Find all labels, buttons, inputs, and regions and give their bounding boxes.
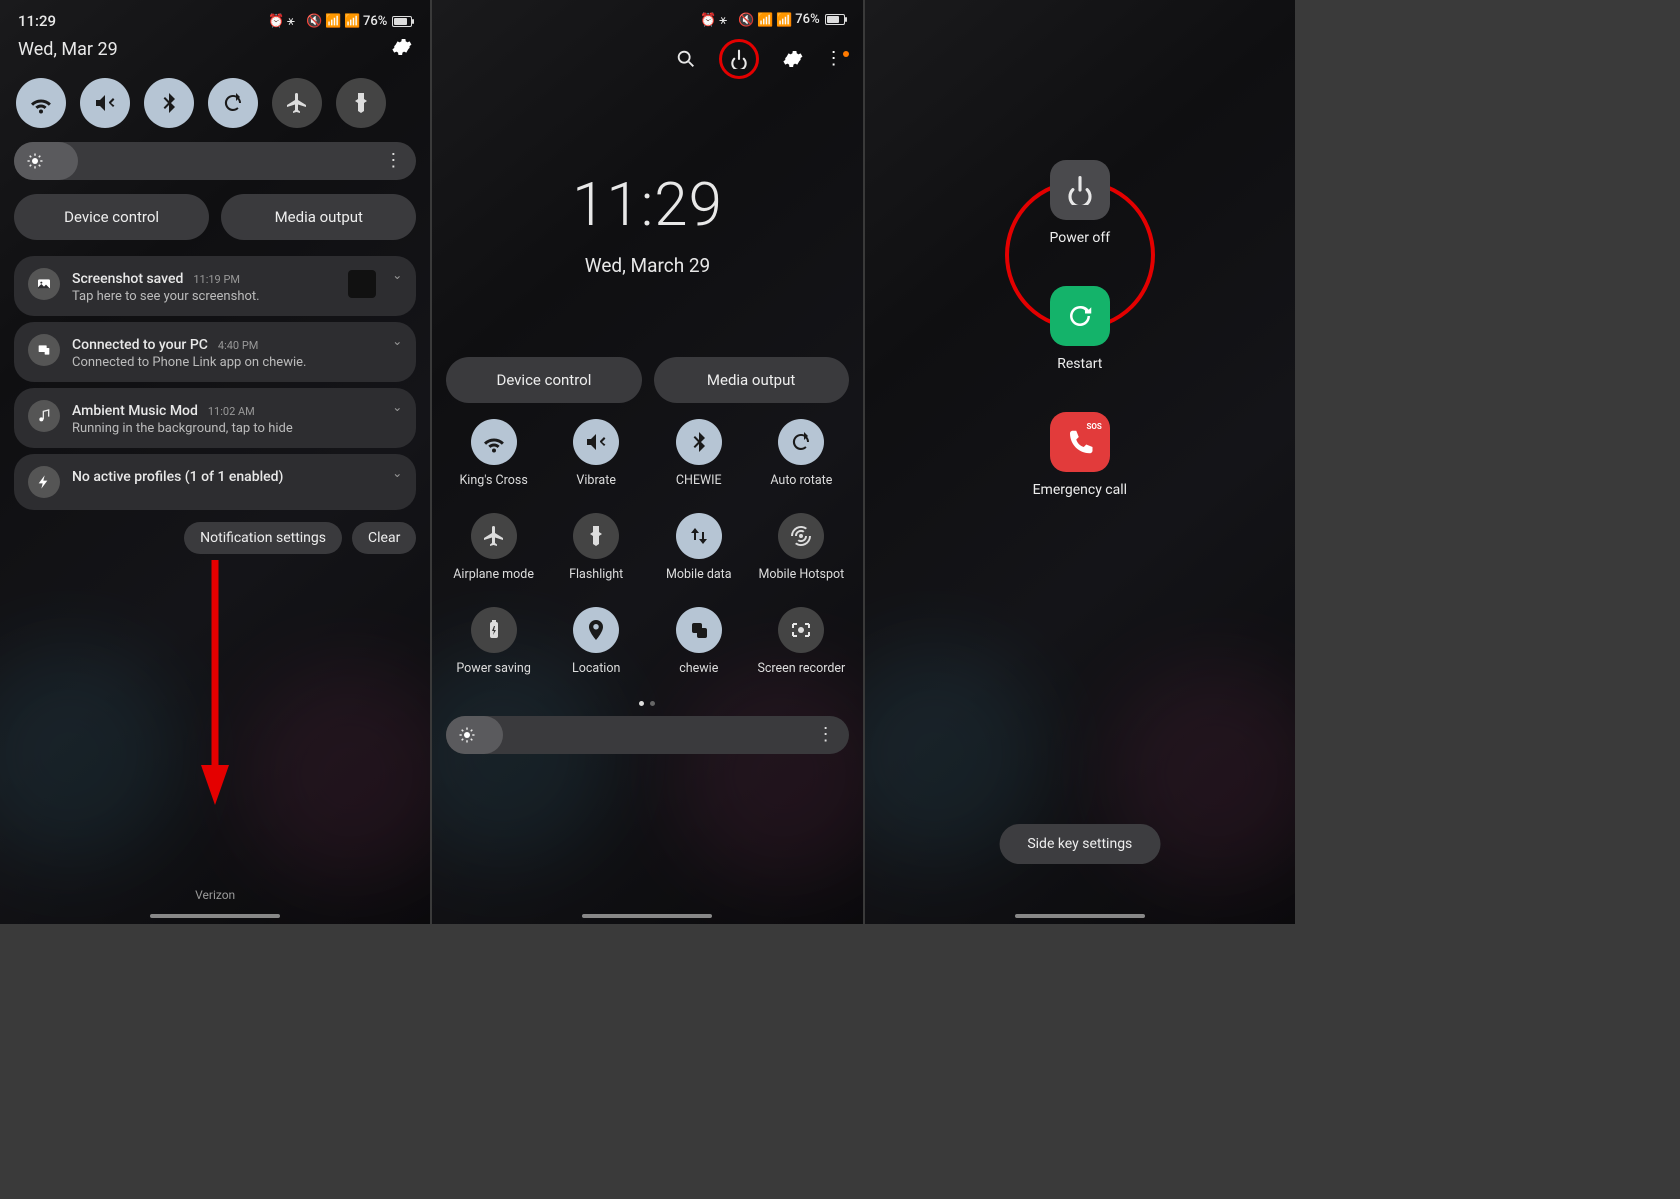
- airplane-toggle[interactable]: [272, 78, 322, 128]
- brightness-slider[interactable]: ⋮: [14, 142, 416, 180]
- alarm-icon: ⏰: [268, 14, 282, 28]
- notification-dot-icon: [843, 51, 849, 57]
- annotation-circle: [719, 39, 759, 79]
- chevron-down-icon[interactable]: ⌄: [392, 466, 402, 480]
- device-control-button[interactable]: Device control: [14, 194, 209, 240]
- power-menu: Power off Restart SOS Emergency call Sid…: [865, 0, 1295, 924]
- brightness-slider[interactable]: ⋮: [446, 716, 848, 754]
- notification-item[interactable]: Connected to your PC 4:40 PM Connected t…: [14, 322, 416, 382]
- notification-list: Screenshot saved 11:19 PM Tap here to se…: [14, 256, 416, 510]
- emergency-call-label: Emergency call: [1033, 482, 1127, 498]
- status-bar: 11:29 ⏰ ⚹ 🔇 📶 📶 76%: [14, 0, 416, 34]
- flashlight-tile[interactable]: [573, 513, 619, 559]
- side-key-settings-button[interactable]: Side key settings: [999, 824, 1160, 864]
- more-button[interactable]: ⋮: [825, 57, 843, 61]
- device-control-button[interactable]: Device control: [446, 357, 641, 403]
- restart-label: Restart: [1057, 356, 1102, 372]
- brightness-more-icon[interactable]: ⋮: [384, 159, 402, 163]
- battery-icon: [825, 14, 845, 25]
- status-icons: ⏰ ⚹ 🔇 📶 📶 76%: [700, 12, 844, 27]
- wifi-toggle[interactable]: [16, 78, 66, 128]
- hotspot-tile[interactable]: [778, 513, 824, 559]
- quick-tiles-grid: King's Cross Vibrate CHEWIE Auto rotate …: [446, 419, 848, 691]
- nav-handle[interactable]: [150, 914, 280, 918]
- mute-toggle[interactable]: [80, 78, 130, 128]
- quick-settings-expanded: ⏰ ⚹ 🔇 📶 📶 76% ⋮ 11:29 Wed, March 29 Devi…: [432, 0, 862, 924]
- mute-icon: 🔇: [738, 13, 752, 27]
- annotation-arrow: [197, 560, 233, 810]
- power-button[interactable]: [729, 49, 749, 69]
- signal-icon: 📶: [344, 14, 358, 28]
- clock: 11:29: [446, 169, 848, 240]
- screenshot-thumbnail[interactable]: [348, 270, 376, 298]
- bolt-icon: [28, 466, 60, 498]
- screen-recorder-tile[interactable]: [778, 607, 824, 653]
- screenshot-icon: [28, 268, 60, 300]
- status-time: 11:29: [18, 12, 56, 30]
- settings-button[interactable]: [390, 36, 412, 62]
- mobile-data-tile[interactable]: [676, 513, 722, 559]
- settings-button[interactable]: [781, 48, 803, 70]
- wifi-icon: 📶: [757, 13, 771, 27]
- music-icon: [28, 400, 60, 432]
- power-saving-tile[interactable]: [471, 607, 517, 653]
- bluetooth-icon: ⚹: [287, 14, 301, 28]
- date: Wed, March 29: [446, 254, 848, 277]
- panel-date: Wed, Mar 29: [18, 39, 118, 60]
- signal-icon: 📶: [776, 13, 790, 27]
- emergency-call-button[interactable]: SOS: [1050, 412, 1110, 472]
- bluetooth-tile[interactable]: [676, 419, 722, 465]
- nav-handle[interactable]: [582, 914, 712, 918]
- chevron-down-icon[interactable]: ⌄: [392, 268, 402, 282]
- battery-pct: 76%: [363, 14, 387, 29]
- chevron-down-icon[interactable]: ⌄: [392, 334, 402, 348]
- location-tile[interactable]: [573, 607, 619, 653]
- vibrate-tile[interactable]: [573, 419, 619, 465]
- restart-button[interactable]: [1050, 286, 1110, 346]
- notification-item[interactable]: Ambient Music Mod 11:02 AM Running in th…: [14, 388, 416, 448]
- page-indicator: [446, 701, 848, 706]
- quick-toggle-row: [14, 72, 416, 142]
- carrier-label: Verizon: [0, 888, 430, 902]
- alarm-icon: ⏰: [700, 13, 714, 27]
- search-button[interactable]: [675, 48, 697, 70]
- nav-handle[interactable]: [1015, 914, 1145, 918]
- brightness-icon: [26, 152, 44, 170]
- mute-icon: 🔇: [306, 14, 320, 28]
- battery-icon: [392, 16, 412, 27]
- media-output-button[interactable]: Media output: [654, 357, 849, 403]
- notification-settings-button[interactable]: Notification settings: [184, 522, 342, 554]
- airplane-tile[interactable]: [471, 513, 517, 559]
- chevron-down-icon[interactable]: ⌄: [392, 400, 402, 414]
- pc-link-icon: [28, 334, 60, 366]
- status-icons: ⏰ ⚹ 🔇 📶 📶 76%: [268, 14, 412, 29]
- bluetooth-icon: ⚹: [719, 13, 733, 27]
- autorotate-tile[interactable]: [778, 419, 824, 465]
- notification-item[interactable]: Screenshot saved 11:19 PM Tap here to se…: [14, 256, 416, 316]
- battery-pct: 76%: [795, 12, 819, 27]
- clear-notifications-button[interactable]: Clear: [352, 522, 416, 554]
- notification-item[interactable]: No active profiles (1 of 1 enabled) ⌄: [14, 454, 416, 510]
- wifi-tile[interactable]: [471, 419, 517, 465]
- status-bar: ⏰ ⚹ 🔇 📶 📶 76%: [446, 0, 848, 31]
- autorotate-toggle[interactable]: [208, 78, 258, 128]
- power-off-button[interactable]: [1050, 160, 1110, 220]
- flashlight-toggle[interactable]: [336, 78, 386, 128]
- wifi-icon: 📶: [325, 14, 339, 28]
- brightness-icon: [458, 726, 476, 744]
- bluetooth-toggle[interactable]: [144, 78, 194, 128]
- media-output-button[interactable]: Media output: [221, 194, 416, 240]
- notification-shade-partial: 11:29 ⏰ ⚹ 🔇 📶 📶 76% Wed, Mar 29 ⋮ Device…: [0, 0, 430, 924]
- link-tile[interactable]: [676, 607, 722, 653]
- power-off-label: Power off: [1050, 230, 1111, 246]
- brightness-more-icon[interactable]: ⋮: [817, 733, 835, 737]
